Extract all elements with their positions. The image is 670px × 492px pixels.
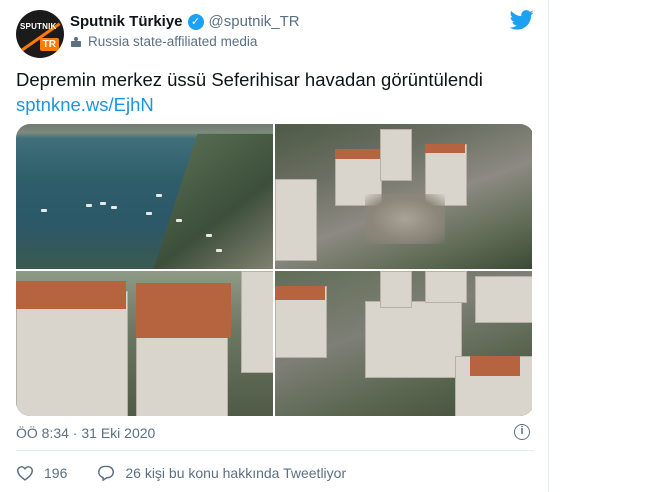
author-display-name[interactable]: Sputnik Türkiye bbox=[70, 13, 183, 30]
building bbox=[380, 129, 412, 181]
tweet-link[interactable]: sptnkne.ws/EjhN bbox=[16, 94, 154, 116]
roof bbox=[425, 144, 465, 153]
boat bbox=[41, 209, 47, 212]
building bbox=[16, 291, 128, 416]
boat bbox=[216, 249, 222, 252]
reply-icon bbox=[98, 465, 115, 481]
media-grid bbox=[16, 124, 534, 416]
photo-shore bbox=[148, 134, 273, 269]
roof bbox=[470, 356, 520, 376]
building bbox=[380, 271, 412, 308]
boat bbox=[176, 219, 182, 222]
boat bbox=[146, 212, 152, 215]
author-row: Sputnik Türkiye ✓ @sputnik_TR bbox=[70, 13, 300, 30]
building bbox=[241, 271, 273, 373]
author-handle[interactable]: @sputnik_TR bbox=[209, 13, 300, 30]
avatar-badge: TR bbox=[39, 38, 59, 51]
avatar[interactable]: SPUTNIK TR bbox=[16, 10, 64, 58]
building bbox=[275, 179, 317, 261]
building bbox=[475, 276, 532, 323]
photo-harbor[interactable] bbox=[16, 124, 273, 269]
building bbox=[365, 301, 462, 378]
photo-apartments[interactable] bbox=[16, 271, 273, 416]
conversation-text: 26 kişi bu konu hakkında Tweetliyor bbox=[125, 465, 347, 481]
photo-collapsed-building[interactable] bbox=[275, 124, 532, 269]
boat bbox=[206, 234, 212, 237]
heart-icon bbox=[16, 466, 34, 481]
twitter-bird-icon[interactable] bbox=[510, 10, 534, 30]
boat bbox=[111, 206, 117, 209]
tweet-text: Depremin merkez üssü Seferihisar havadan… bbox=[16, 69, 483, 90]
info-icon[interactable]: i bbox=[514, 424, 530, 440]
conversation-button[interactable]: 26 kişi bu konu hakkında Tweetliyor bbox=[97, 465, 346, 481]
roof bbox=[16, 281, 126, 309]
tweet-card: SPUTNIK TR Sputnik Türkiye ✓ @sputnik_TR… bbox=[0, 0, 549, 492]
like-button[interactable]: 196 bbox=[16, 465, 67, 481]
boat bbox=[86, 204, 92, 207]
boat bbox=[100, 202, 106, 205]
divider bbox=[16, 450, 534, 451]
photo-damaged-block[interactable] bbox=[275, 271, 532, 416]
state-media-label[interactable]: Russia state-affiliated media bbox=[70, 34, 257, 49]
roof bbox=[275, 286, 325, 300]
state-media-text: Russia state-affiliated media bbox=[88, 34, 258, 49]
roof bbox=[335, 149, 380, 159]
rubble bbox=[365, 194, 445, 244]
avatar-logo-text: SPUTNIK bbox=[20, 22, 57, 31]
roof bbox=[136, 283, 231, 338]
verified-icon: ✓ bbox=[187, 13, 204, 30]
tweet-timestamp[interactable]: ÖÖ 8:34 · 31 Eki 2020 bbox=[16, 425, 155, 441]
boat bbox=[156, 194, 162, 197]
action-bar: 196 26 kişi bu konu hakkında Tweetliyor bbox=[16, 465, 376, 481]
state-media-icon bbox=[70, 36, 82, 48]
like-count: 196 bbox=[44, 465, 68, 481]
building bbox=[425, 271, 467, 303]
